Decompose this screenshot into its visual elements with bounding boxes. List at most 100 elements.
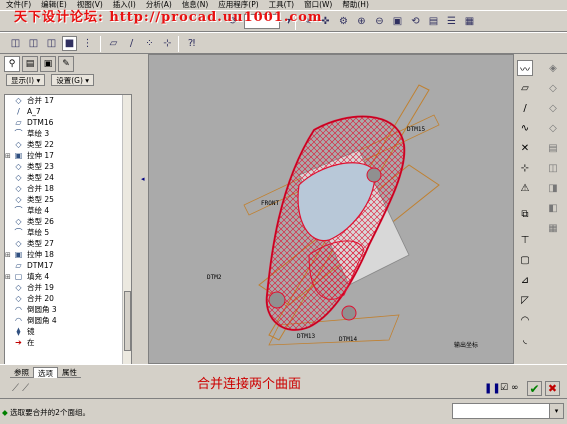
- tree-item-label: 合并 20: [27, 294, 54, 303]
- tree-item[interactable]: ➔ 在: [5, 337, 131, 348]
- datum-plane-tool-icon[interactable]: 〰: [517, 60, 533, 76]
- cancel-x-icon[interactable]: ✖: [545, 381, 560, 396]
- wireframe-icon[interactable]: ◫: [8, 36, 23, 51]
- round-icon: ◠: [15, 305, 22, 314]
- tree-item[interactable]: ◠ 倒圆角 4: [5, 315, 131, 326]
- expand-icon[interactable]: ⊞: [5, 251, 13, 259]
- accept-check-icon[interactable]: ✔: [527, 381, 542, 396]
- merge-tool-icon[interactable]: ◨: [545, 180, 561, 196]
- tree-item[interactable]: ◇ 合并 17: [5, 95, 131, 106]
- selection-filter[interactable]: ▾: [452, 403, 564, 419]
- reorient-icon[interactable]: ⟲: [408, 14, 423, 29]
- reference-collector-icon[interactable]: ⟋ ⟋: [12, 383, 29, 394]
- saved-views-icon[interactable]: ▤: [426, 14, 441, 29]
- shading-icon[interactable]: ■: [62, 36, 77, 51]
- tree-item-label: 草绘 4: [27, 206, 50, 215]
- sweep-tool-icon[interactable]: ⊿: [517, 272, 533, 288]
- connections-tab-icon[interactable]: ✎: [58, 56, 74, 72]
- tree-scrollbar-thumb[interactable]: [124, 291, 131, 351]
- collapse-panel-icon[interactable]: ◂: [141, 175, 147, 185]
- mirror-tool-icon[interactable]: ◫: [545, 160, 561, 176]
- draft-tool-icon[interactable]: ◇: [545, 120, 561, 136]
- datum-planes-icon[interactable]: ▱: [106, 36, 121, 51]
- dropdown-arrow-icon[interactable]: ▾: [549, 404, 563, 418]
- extrude-tool-icon[interactable]: ⊤: [517, 232, 533, 248]
- tree-item-label: 拉伸 18: [27, 250, 54, 259]
- tree-item[interactable]: ⊞ ▣ 拉伸 17: [5, 150, 131, 161]
- view-manager-icon[interactable]: ▦: [462, 14, 477, 29]
- tree-item[interactable]: ◇ 合并 20: [5, 293, 131, 304]
- graphics-viewport[interactable]: DTM15 FRONT DTM2 DTM13 DTM14 输出坐标: [148, 54, 514, 364]
- tree-item-label: 合并 18: [27, 184, 54, 193]
- tree-item-label: 类型 24: [27, 173, 54, 182]
- surface-icon: ◇: [15, 195, 22, 204]
- tree-item-label: 类型 27: [27, 239, 54, 248]
- verify-glasses-icon[interactable]: ∞: [511, 383, 519, 393]
- tree-item[interactable]: ◇ 类型 23: [5, 161, 131, 172]
- preview-checkbox[interactable]: ☑: [500, 383, 508, 393]
- folder-browser-tab-icon[interactable]: ▤: [22, 56, 38, 72]
- orient-icon[interactable]: ⚙: [336, 14, 351, 29]
- point-tool-icon[interactable]: ✕: [517, 140, 533, 156]
- plane-tool-icon[interactable]: ▱: [517, 80, 533, 96]
- surface-icon: ◇: [15, 162, 22, 171]
- tab-properties[interactable]: 属性: [58, 367, 81, 378]
- datum-display-icon[interactable]: ⋮: [80, 36, 95, 51]
- offset-tool-icon[interactable]: ▦: [545, 220, 561, 236]
- datum-points-icon[interactable]: ⁘: [142, 36, 157, 51]
- tree-item[interactable]: ⊞ ▣ 拉伸 18: [5, 249, 131, 260]
- model-tree-tab-icon[interactable]: ⚲: [4, 56, 20, 72]
- revolve-tool-icon[interactable]: ▢: [517, 252, 533, 268]
- tree-item[interactable]: ⧫ 镜: [5, 326, 131, 337]
- csys-tool-icon[interactable]: ⊹: [517, 160, 533, 176]
- show-menu-button[interactable]: 显示(I) ▾: [6, 74, 46, 86]
- expand-icon[interactable]: ⊞: [5, 152, 13, 160]
- tree-item[interactable]: ◇ 合并 18: [5, 183, 131, 194]
- tab-options[interactable]: 选项: [33, 367, 58, 378]
- tree-item[interactable]: ◇ 合并 19: [5, 282, 131, 293]
- tree-item[interactable]: ▱ DTM17: [5, 260, 131, 271]
- expand-icon[interactable]: ⊞: [5, 273, 13, 281]
- round-tool-icon[interactable]: ◠: [517, 312, 533, 328]
- tree-item[interactable]: ▱ DTM16: [5, 117, 131, 128]
- tree-item[interactable]: ◇ 类型 26: [5, 216, 131, 227]
- trim-tool-icon[interactable]: ◧: [545, 200, 561, 216]
- chamfer-tool-icon[interactable]: ◟: [517, 332, 533, 348]
- tree-item[interactable]: ⊞ ▢ 填充 4: [5, 271, 131, 282]
- blend-tool-icon[interactable]: ◸: [517, 292, 533, 308]
- menu-help[interactable]: 帮助(H): [342, 0, 369, 10]
- zoom-in-icon[interactable]: ⊕: [354, 14, 369, 29]
- tree-item[interactable]: / A_7: [5, 106, 131, 117]
- tree-item[interactable]: ◇ 类型 27: [5, 238, 131, 249]
- favorites-tab-icon[interactable]: ▣: [40, 56, 56, 72]
- rib-tool-icon[interactable]: ◇: [545, 100, 561, 116]
- shell-tool-icon[interactable]: ◇: [545, 80, 561, 96]
- settings-menu-button[interactable]: 设置(G) ▾: [51, 74, 95, 86]
- curve-tool-icon[interactable]: ∿: [517, 120, 533, 136]
- tree-item[interactable]: ⌒ 草绘 4: [5, 205, 131, 216]
- hole-tool-icon[interactable]: ◈: [545, 60, 561, 76]
- pause-icon[interactable]: ❚❚: [484, 383, 501, 394]
- tree-item[interactable]: ⌒ 草绘 3: [5, 128, 131, 139]
- axis-tool-icon[interactable]: /: [517, 100, 533, 116]
- datum-axes-icon[interactable]: /: [124, 36, 139, 51]
- context-help-icon[interactable]: ⁈: [184, 36, 199, 51]
- no-hidden-icon[interactable]: ◫: [44, 36, 59, 51]
- tab-references[interactable]: 参照: [10, 367, 33, 378]
- tree-item[interactable]: ◇ 类型 24: [5, 172, 131, 183]
- refit-icon[interactable]: ▣: [390, 14, 405, 29]
- zoom-out-icon[interactable]: ⊖: [372, 14, 387, 29]
- layers-icon[interactable]: ☰: [444, 14, 459, 29]
- analysis-tool-icon[interactable]: ⚠: [517, 180, 533, 196]
- tree-item[interactable]: ◠ 倒圆角 3: [5, 304, 131, 315]
- tree-item[interactable]: ◇ 类型 25: [5, 194, 131, 205]
- pattern-tool-icon[interactable]: ▤: [545, 140, 561, 156]
- tree-item-label: 倒圆角 4: [27, 316, 57, 325]
- tree-item[interactable]: ⌒ 草绘 5: [5, 227, 131, 238]
- copy-tool-icon[interactable]: ⧉: [517, 206, 533, 222]
- hidden-line-icon[interactable]: ◫: [26, 36, 41, 51]
- tree-item[interactable]: ◇ 类型 22: [5, 139, 131, 150]
- tree-scrollbar[interactable]: [122, 95, 131, 395]
- tree-item-label: DTM17: [27, 261, 54, 270]
- coordinate-systems-icon[interactable]: ⊹: [160, 36, 175, 51]
